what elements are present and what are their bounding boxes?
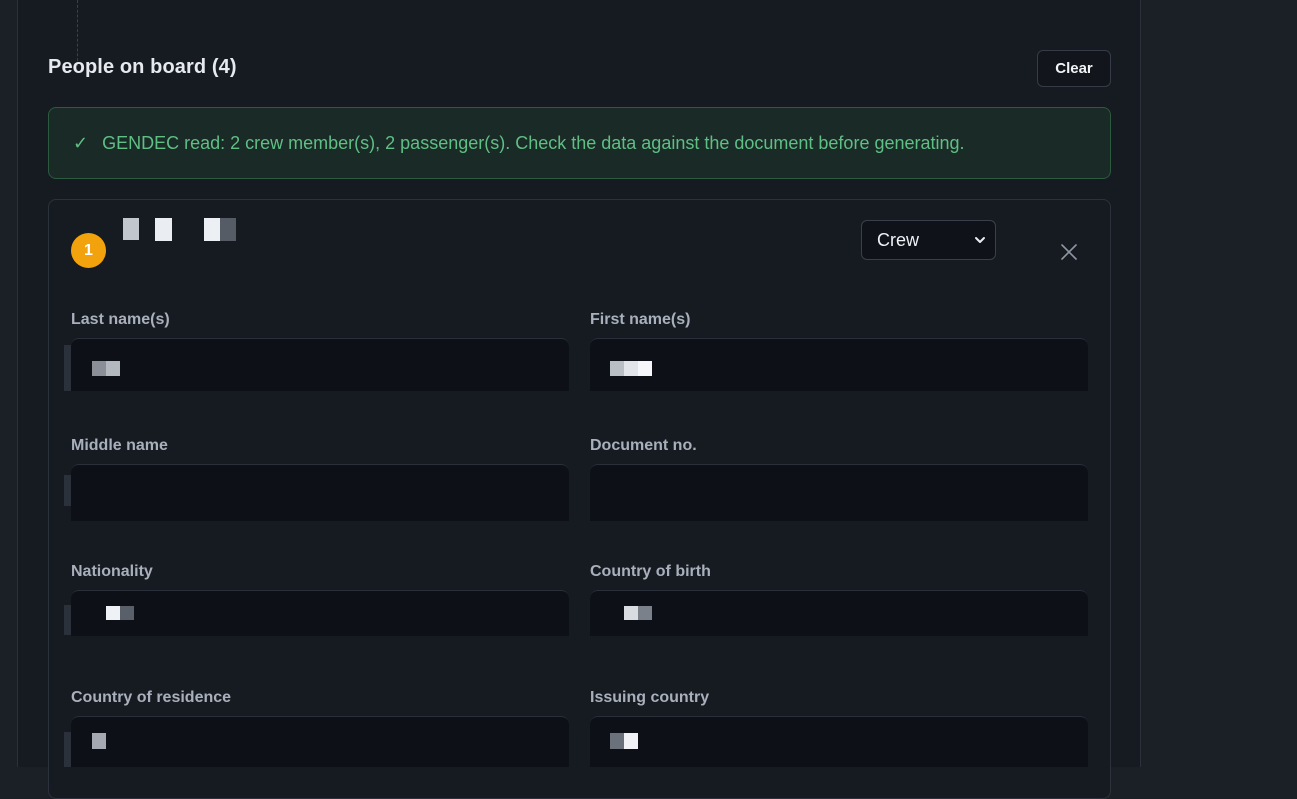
first-name-input[interactable] bbox=[590, 338, 1088, 391]
person-index-badge: 1 bbox=[71, 233, 106, 268]
left-gutter bbox=[0, 0, 17, 767]
chevron-down-icon bbox=[975, 237, 985, 243]
right-gutter bbox=[1142, 0, 1297, 767]
middle-name-input[interactable] bbox=[71, 464, 569, 521]
nationality-label: Nationality bbox=[71, 563, 153, 580]
first-name-label: First name(s) bbox=[590, 311, 691, 328]
middle-name-label: Middle name bbox=[71, 437, 168, 454]
last-name-label: Last name(s) bbox=[71, 311, 170, 328]
last-name-input[interactable] bbox=[71, 338, 569, 391]
section-title: People on board (4) bbox=[48, 56, 237, 78]
country-of-birth-label: Country of birth bbox=[590, 563, 711, 580]
nationality-input[interactable] bbox=[71, 590, 569, 636]
issuing-country-input[interactable] bbox=[590, 716, 1088, 767]
country-of-residence-input[interactable] bbox=[71, 716, 569, 767]
check-icon: ✓ bbox=[73, 132, 89, 153]
country-of-residence-label: Country of residence bbox=[71, 689, 232, 706]
clear-button[interactable]: Clear bbox=[1037, 50, 1111, 87]
close-icon[interactable] bbox=[1058, 241, 1080, 263]
role-select-value: Crew bbox=[877, 229, 920, 250]
document-no-label: Document no. bbox=[590, 437, 697, 454]
country-of-birth-input[interactable] bbox=[590, 590, 1088, 636]
notice-text: GENDEC read: 2 crew member(s), 2 passeng… bbox=[102, 132, 965, 153]
parse-success-notice: ✓ GENDEC read: 2 crew member(s), 2 passe… bbox=[48, 107, 1111, 179]
document-no-input[interactable] bbox=[590, 464, 1088, 521]
role-select[interactable]: Crew bbox=[861, 220, 996, 260]
issuing-country-label: Issuing country bbox=[590, 689, 710, 706]
